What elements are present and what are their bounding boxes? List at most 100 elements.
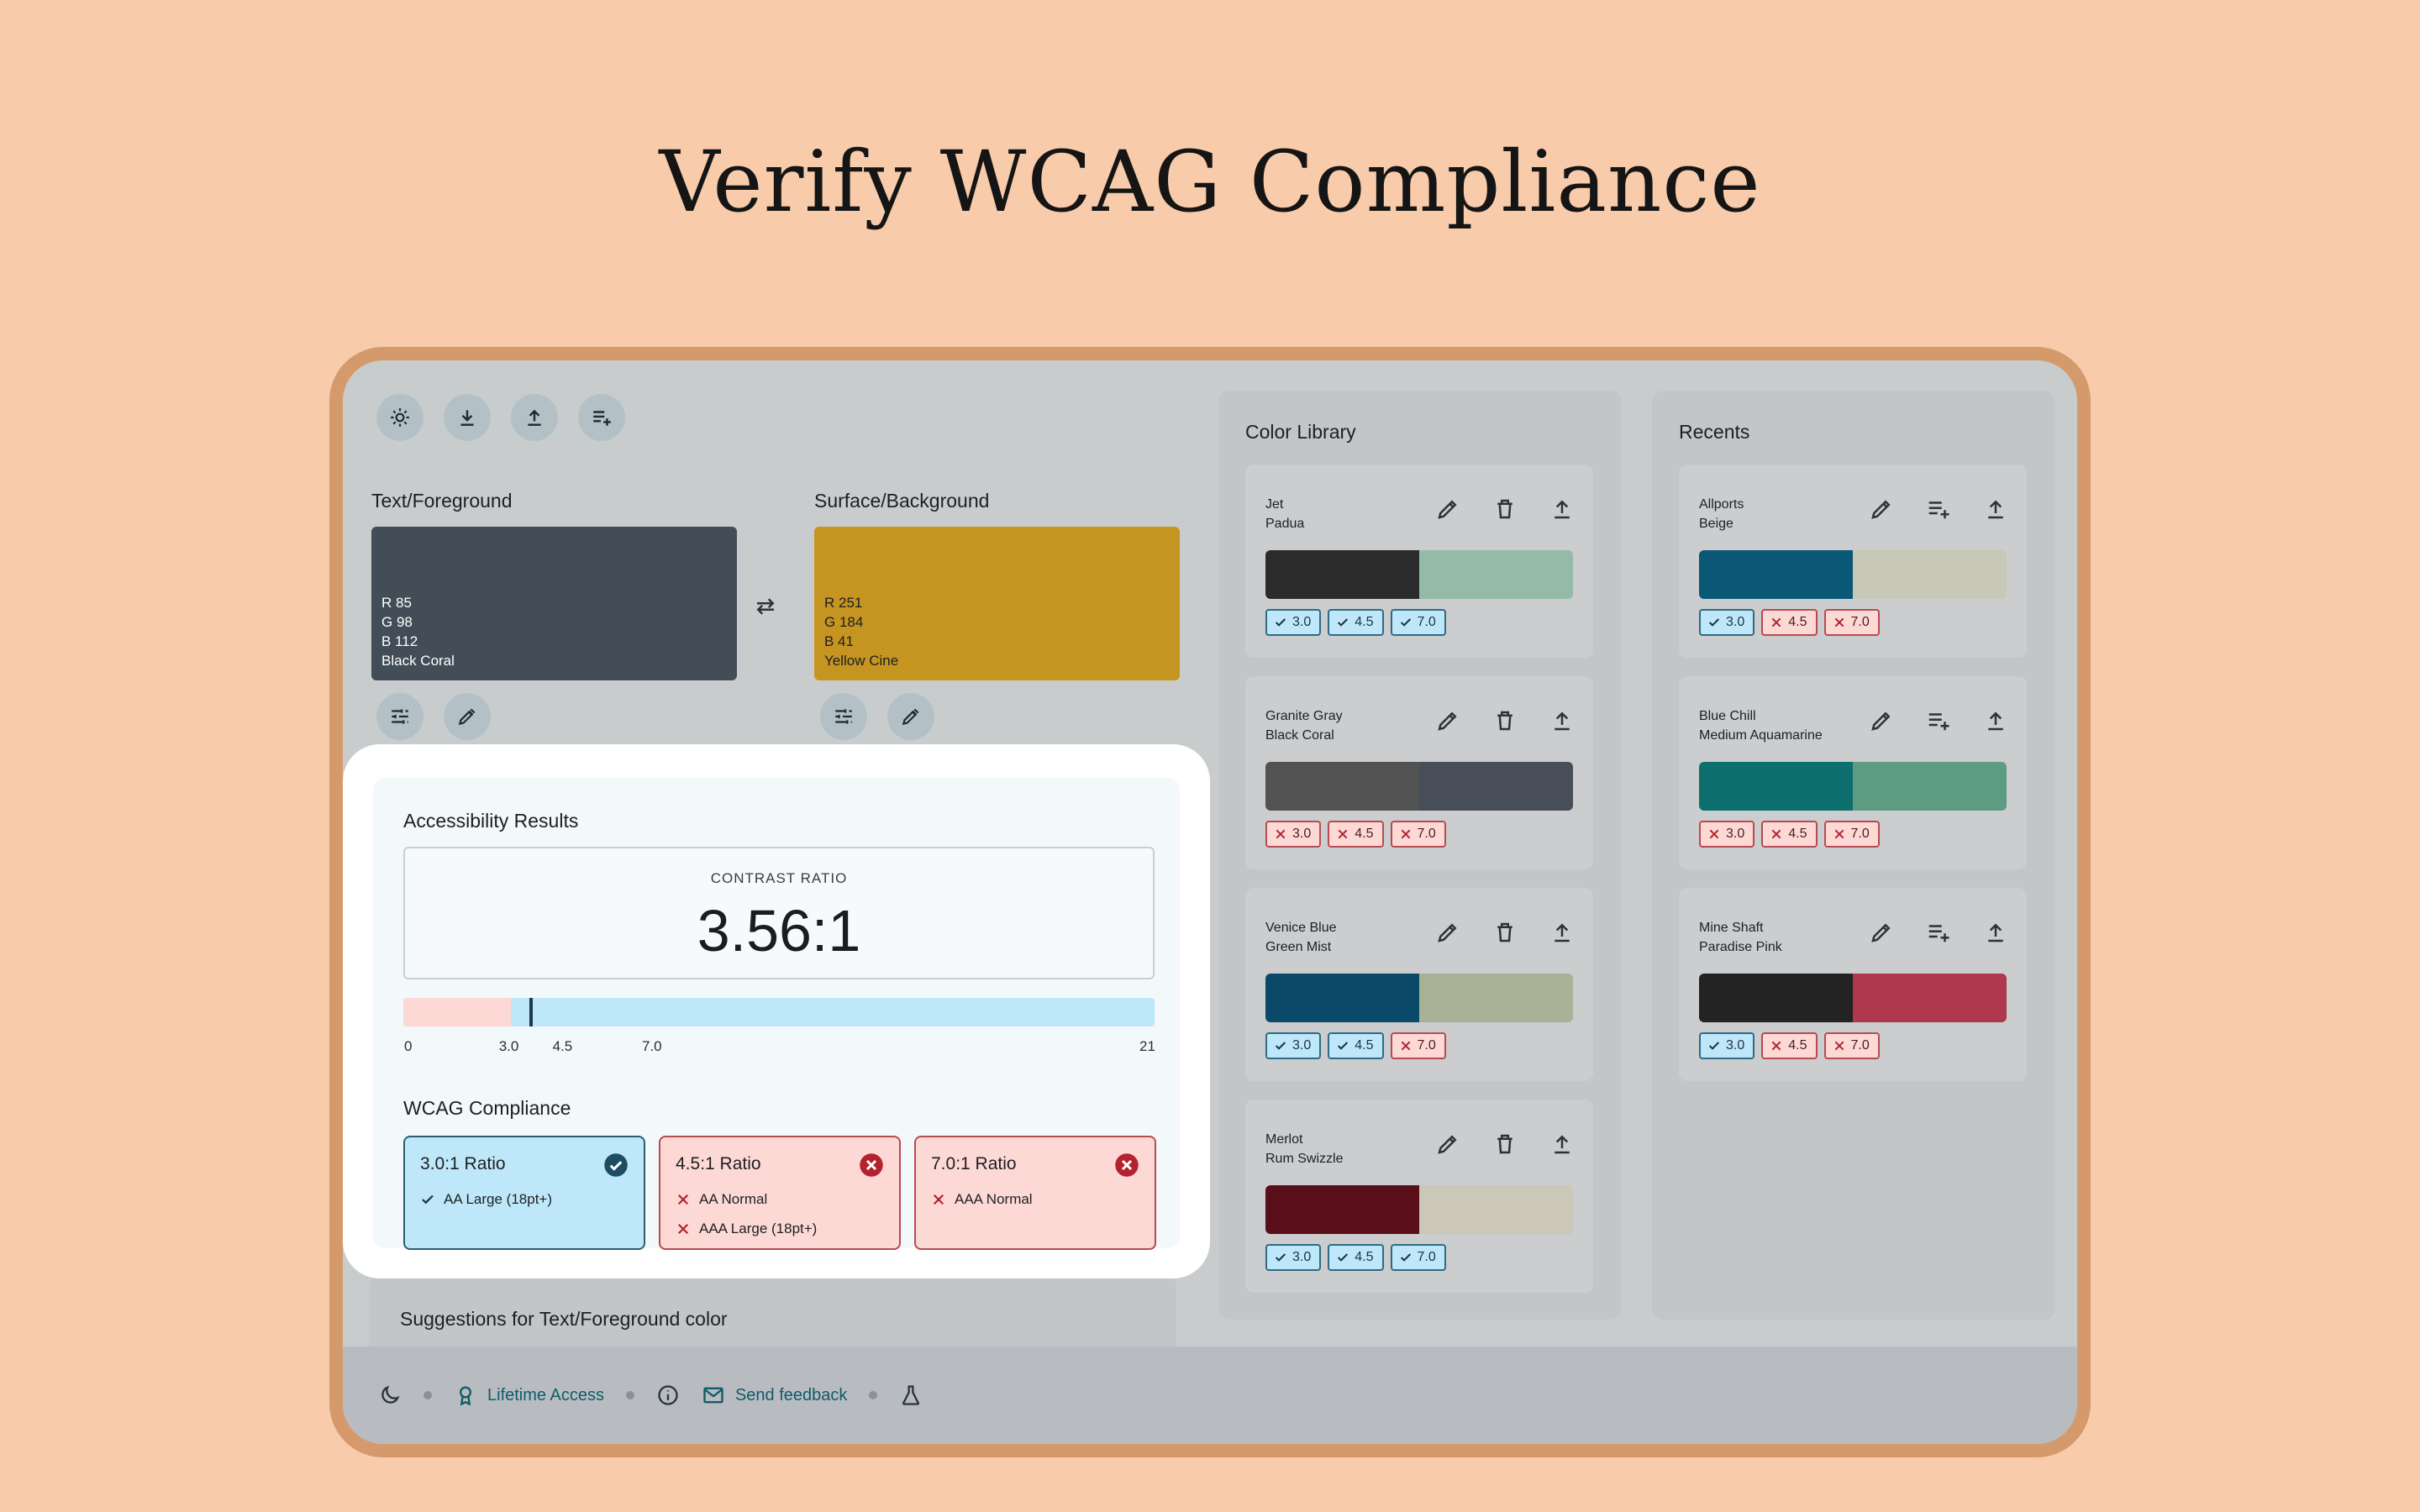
library-pair-card[interactable]: Jet Padua 3.0 4.5 7.0: [1245, 465, 1593, 658]
bg-eyedropper-button[interactable]: [887, 693, 934, 740]
library-pair-card[interactable]: Venice Blue Green Mist 3.0 4.5 7.0: [1245, 888, 1593, 1081]
swap-colors-icon[interactable]: [753, 594, 778, 619]
share-upload-icon[interactable]: [1549, 496, 1575, 522]
ratio-badges: 3.0 4.5 7.0: [1265, 821, 1446, 848]
pair-background-color: [1853, 550, 2007, 599]
edit-icon[interactable]: [1435, 708, 1460, 733]
check-icon: [1400, 618, 1411, 627]
edit-icon[interactable]: [1435, 496, 1460, 522]
edit-icon[interactable]: [1435, 920, 1460, 945]
award-icon: [460, 1386, 471, 1406]
recents-pair-card[interactable]: Blue Chill Medium Aquamarine 3.0 4.5 7.0: [1679, 676, 2027, 869]
fg-eyedropper-button[interactable]: [444, 693, 491, 740]
ratio-badge: 7.0: [1390, 609, 1446, 636]
ratio-badge-label: 7.0: [1850, 615, 1870, 629]
download-icon: [460, 410, 474, 426]
scale-fail-zone: [403, 998, 511, 1026]
fg-adjust-button[interactable]: [376, 693, 424, 740]
check-icon: [1708, 1042, 1720, 1050]
fg-red-value: R 85: [381, 595, 412, 611]
contrast-ratio-box: CONTRAST RATIO 3.56:1: [403, 847, 1155, 979]
pair-foreground-color: [1699, 762, 1853, 811]
lifetime-access-link[interactable]: Lifetime Access: [454, 1383, 604, 1407]
wcag-card-1: 3.0:1 Ratio AA Large (18pt+): [403, 1136, 645, 1250]
theme-brightness-button[interactable]: [376, 394, 424, 441]
background-swatch[interactable]: R 251 G 184 B 41 Yellow Cine: [814, 527, 1180, 680]
playlist-add-icon[interactable]: [1926, 708, 1951, 733]
wcag-criterion: AAA Normal: [931, 1184, 1139, 1214]
library-pair-card[interactable]: Merlot Rum Swizzle 3.0 4.5 7.0: [1245, 1100, 1593, 1293]
download-button[interactable]: [444, 394, 491, 441]
pair-foreground-color: [1265, 1185, 1419, 1234]
delete-icon[interactable]: [1492, 708, 1518, 733]
library-pair-card[interactable]: Granite Gray Black Coral 3.0 4.5 7.0: [1245, 676, 1593, 869]
share-upload-icon[interactable]: [1983, 708, 2008, 733]
pair-foreground-name: Granite Gray: [1265, 709, 1343, 723]
upload-button[interactable]: [511, 394, 558, 441]
delete-icon[interactable]: [1492, 1131, 1518, 1157]
eyedropper-icon: [458, 708, 476, 726]
footer-separator: [625, 1391, 634, 1399]
pair-names: Blue Chill Medium Aquamarine: [1699, 706, 1823, 745]
ratio-badge: 3.0: [1699, 821, 1755, 848]
dark-mode-icon[interactable]: [378, 1383, 402, 1407]
delete-icon[interactable]: [1492, 920, 1518, 945]
delete-icon[interactable]: [1492, 496, 1518, 522]
edit-icon[interactable]: [1869, 496, 1894, 522]
results-title: Accessibility Results: [403, 810, 579, 832]
scale-tick: 0: [404, 1038, 413, 1054]
ratio-badge-label: 3.0: [1292, 1038, 1312, 1053]
send-feedback-link[interactable]: Send feedback: [702, 1383, 847, 1407]
share-upload-icon[interactable]: [1983, 496, 2008, 522]
error-circle-icon: [1115, 1153, 1139, 1177]
share-upload-icon[interactable]: [1549, 708, 1575, 733]
recents-pair-card[interactable]: Mine Shaft Paradise Pink 3.0 4.5 7.0: [1679, 888, 2027, 1081]
ratio-badge-label: 4.5: [1355, 615, 1374, 629]
ratio-badge: 7.0: [1390, 821, 1446, 848]
ratio-badge: 3.0: [1699, 609, 1755, 636]
share-upload-icon[interactable]: [1549, 920, 1575, 945]
playlist-add-icon: [593, 411, 611, 426]
recents-column: Recents Allports Beige 3.0 4.5 7.0 Blue Chill…: [1652, 391, 2055, 1320]
pair-background-name: Medium Aquamarine: [1699, 728, 1823, 743]
share-upload-icon[interactable]: [1549, 1131, 1575, 1157]
ratio-badge: 4.5: [1328, 1032, 1384, 1059]
share-upload-icon[interactable]: [1983, 920, 2008, 945]
close-icon: [1771, 1041, 1781, 1051]
pair-foreground-color: [1699, 550, 1853, 599]
ratio-badge-label: 7.0: [1850, 1038, 1870, 1053]
ratio-badge-label: 4.5: [1788, 827, 1807, 841]
ratio-badge-label: 7.0: [1417, 1038, 1436, 1053]
footer-bar: Lifetime Access Send feedback: [343, 1347, 2077, 1444]
error-circle-icon: [860, 1153, 883, 1177]
info-icon[interactable]: [656, 1383, 680, 1407]
pair-actions: [1869, 708, 2008, 733]
flask-icon[interactable]: [899, 1383, 923, 1407]
edit-icon[interactable]: [1869, 920, 1894, 945]
pair-foreground-color: [1265, 550, 1419, 599]
pair-background-color: [1419, 762, 1573, 811]
pair-actions: [1435, 496, 1575, 522]
check-icon: [422, 1194, 434, 1204]
edit-icon[interactable]: [1869, 708, 1894, 733]
ratio-badge-label: 4.5: [1788, 615, 1807, 629]
recents-pair-card[interactable]: Allports Beige 3.0 4.5 7.0: [1679, 465, 2027, 658]
wcag-card-2: 4.5:1 Ratio AA Normal AAA Large (18pt+): [659, 1136, 901, 1250]
ratio-badge-label: 3.0: [1726, 1038, 1745, 1053]
foreground-tools: [376, 693, 491, 740]
playlist-add-icon[interactable]: [1926, 920, 1951, 945]
foreground-label: Text/Foreground: [371, 490, 513, 512]
bg-adjust-button[interactable]: [820, 693, 867, 740]
add-to-library-button[interactable]: [578, 394, 625, 441]
ratio-badge: 3.0: [1265, 1244, 1322, 1271]
accessibility-results-panel: Accessibility Results CONTRAST RATIO 3.5…: [373, 778, 1180, 1250]
playlist-add-icon[interactable]: [1926, 496, 1951, 522]
wcag-card-title: 3.0:1 Ratio: [420, 1154, 506, 1173]
ratio-badge: 3.0: [1265, 821, 1322, 848]
wcag-criterion-label: AAA Large (18pt+): [699, 1220, 818, 1236]
tune-icon: [835, 709, 852, 724]
ratio-badge: 3.0: [1699, 1032, 1755, 1059]
pair-foreground-name: Venice Blue: [1265, 921, 1337, 935]
edit-icon[interactable]: [1435, 1131, 1460, 1157]
foreground-swatch[interactable]: R 85 G 98 B 112 Black Coral: [371, 527, 737, 680]
